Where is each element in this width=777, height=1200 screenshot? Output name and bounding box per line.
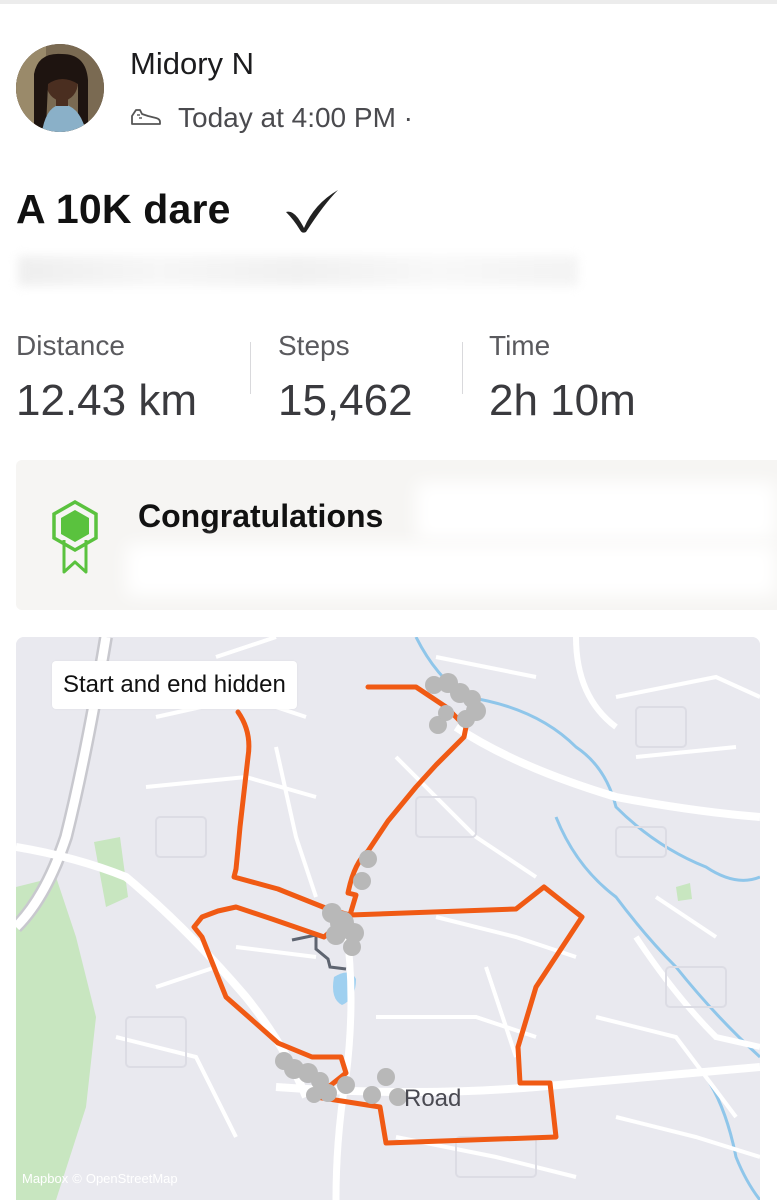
redacted-location: [450, 98, 610, 134]
map-attribution[interactable]: Mapbox © OpenStreetMap: [22, 1171, 182, 1186]
privacy-label: Start and end hidden: [52, 661, 297, 709]
stat-distance: Distance 12.43 km: [16, 330, 197, 426]
redacted-description: [18, 256, 578, 286]
top-strip: [0, 0, 777, 4]
stat-value: 12.43 km: [16, 376, 197, 425]
activity-page: Midory N Today at 4:00 PM · A 10K dare D…: [0, 0, 777, 1200]
checkmark-icon: [286, 190, 338, 233]
stat-value: 15,462: [278, 376, 413, 425]
achievement-title: Congratulations: [138, 498, 384, 534]
avatar[interactable]: [16, 44, 104, 132]
badge-icon: [52, 500, 98, 574]
shoe-icon: [131, 109, 161, 125]
stat-divider: [462, 342, 463, 394]
openstreetmap-credit[interactable]: OpenStreetMap: [86, 1171, 178, 1186]
stat-label: Time: [489, 330, 551, 361]
stat-value: 2h 10m: [489, 376, 636, 425]
redacted-achievement: [126, 544, 776, 596]
stat-steps: Steps 15,462: [278, 330, 413, 426]
redacted-achievement: [416, 482, 776, 540]
road-label: Road: [404, 1085, 462, 1112]
stat-label: Distance: [16, 330, 125, 361]
copyright-symbol: ©: [72, 1171, 82, 1186]
achievement-card[interactable]: Congratulations: [16, 460, 777, 610]
stat-divider: [250, 342, 251, 394]
athlete-name[interactable]: Midory N: [130, 46, 254, 82]
route-map[interactable]: Start and end hidden Road Mapbox © OpenStr…: [16, 637, 760, 1200]
stat-time: Time 2h 10m: [489, 330, 636, 426]
stat-label: Steps: [278, 330, 350, 361]
mapbox-credit[interactable]: Mapbox: [22, 1171, 68, 1186]
activity-title[interactable]: A 10K dare: [16, 186, 231, 233]
activity-timestamp: Today at 4:00 PM ·: [178, 102, 414, 133]
map-canvas: [16, 637, 760, 1200]
